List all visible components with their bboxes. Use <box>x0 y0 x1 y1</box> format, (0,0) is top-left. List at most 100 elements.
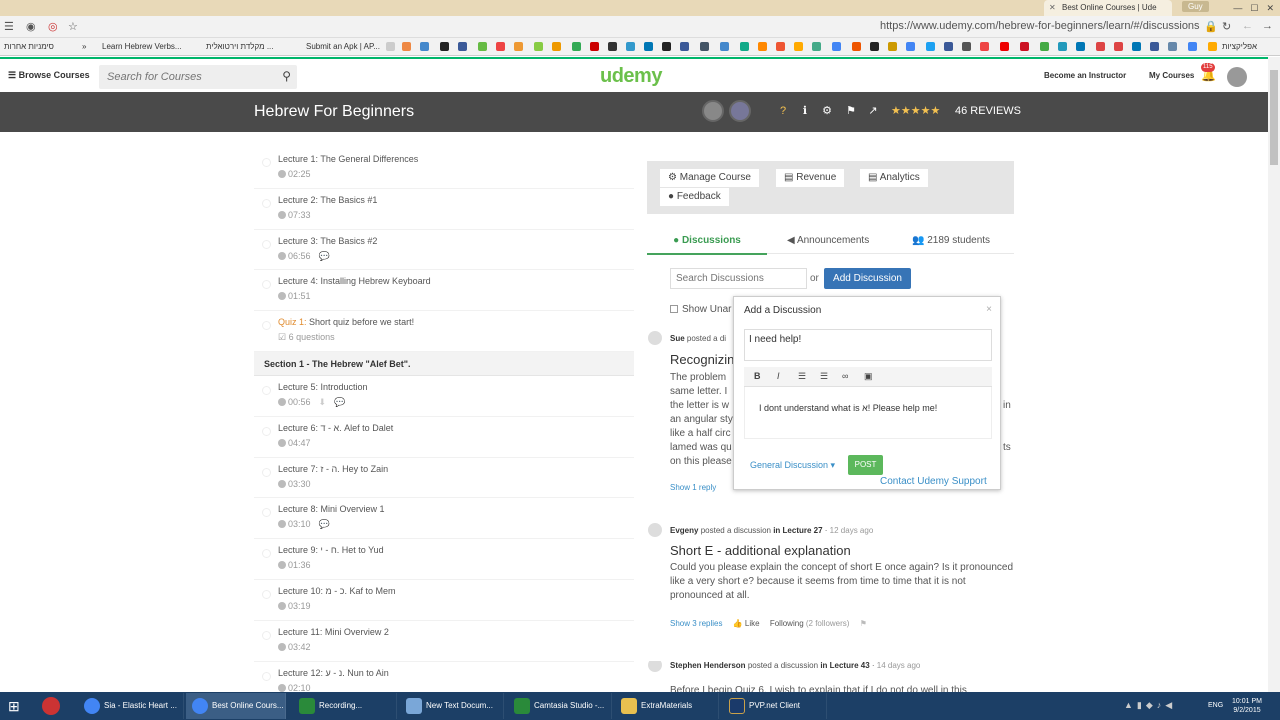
bookmark-more[interactable]: » <box>82 38 86 55</box>
progress-circle[interactable] <box>262 385 271 395</box>
bookmark-icon[interactable] <box>496 42 505 51</box>
post-location[interactable]: in Lecture 27 <box>773 526 822 535</box>
search-discussions-input[interactable] <box>671 269 801 288</box>
bookmark-icon[interactable] <box>870 42 879 51</box>
bookmark-icon[interactable] <box>812 42 821 51</box>
show-replies-link[interactable]: Show 3 replies <box>670 619 722 628</box>
close-icon[interactable]: × <box>986 304 992 315</box>
progress-circle[interactable] <box>262 549 271 559</box>
bookmark-icon[interactable] <box>906 42 915 51</box>
manage-course-button[interactable]: ⚙ Manage Course <box>660 169 759 187</box>
image-icon[interactable]: ▣ <box>864 371 873 382</box>
bookmark-icon[interactable] <box>386 42 395 51</box>
progress-circle[interactable] <box>262 321 271 331</box>
bookmark-icon[interactable] <box>758 42 767 51</box>
list-item[interactable]: Lecture 3: The Basics #2 06:56 💬 <box>254 230 634 271</box>
ordered-list-icon[interactable]: ☰ <box>798 371 806 382</box>
taskbar-item[interactable]: New Text Docum... <box>400 693 504 719</box>
browse-courses-button[interactable]: ☰ Browse Courses <box>8 70 90 81</box>
gmail-icon[interactable] <box>1114 42 1123 51</box>
progress-circle[interactable] <box>262 508 271 518</box>
search-icon[interactable]: ⚲ <box>282 69 291 83</box>
bookmark-icon[interactable] <box>888 42 897 51</box>
tab-students[interactable]: 👥 2189 students <box>912 235 990 246</box>
bookmark-icon[interactable] <box>962 42 971 51</box>
youtube-icon[interactable] <box>1000 42 1009 51</box>
taskbar-item[interactable]: Best Online Cours... <box>186 693 286 719</box>
bookmark-icon[interactable] <box>626 42 635 51</box>
bookmark-icon[interactable] <box>608 42 617 51</box>
list-item[interactable]: Lecture 4: Installing Hebrew Keyboard 01:… <box>254 270 634 312</box>
apps-icon[interactable] <box>1208 42 1217 51</box>
gear-icon[interactable]: ⚙ <box>820 104 834 118</box>
bold-icon[interactable]: B <box>754 371 761 381</box>
following-button[interactable]: Following (2 followers) <box>770 619 850 628</box>
list-item[interactable]: Lecture 6: א - ד. Alef to Dalet 04:47 <box>254 417 634 458</box>
post-title[interactable]: Recognizin <box>670 352 734 367</box>
google-plus-icon[interactable] <box>1188 42 1197 51</box>
progress-circle[interactable] <box>262 630 271 640</box>
profile-badge[interactable]: Guy <box>1182 1 1209 12</box>
post-author[interactable]: Stephen Henderson <box>670 661 746 670</box>
linkedin-icon[interactable] <box>644 42 653 51</box>
my-courses-link[interactable]: My Courses <box>1149 71 1194 80</box>
bookmark-icon[interactable] <box>944 42 953 51</box>
discussion-body-editor[interactable]: I dont understand what is א! Please help… <box>744 387 992 439</box>
instructor-avatar[interactable] <box>729 100 751 122</box>
contact-support-link[interactable]: Contact Udemy Support <box>880 476 987 487</box>
become-instructor-link[interactable]: Become an Instructor <box>1044 71 1126 80</box>
reviews-count[interactable]: 46 REVIEWS <box>955 105 1021 117</box>
italic-icon[interactable]: I <box>777 371 780 381</box>
flag-icon[interactable]: ⚑ <box>860 619 867 628</box>
post-author[interactable]: Sue <box>670 334 685 343</box>
windows-start-icon[interactable]: ⊞ <box>8 698 20 715</box>
post-location[interactable]: in Lecture 43 <box>820 661 869 670</box>
post-button[interactable]: POST <box>848 455 883 475</box>
bookmark-virtual-keyboard[interactable]: מקלדת וירטואלית ... <box>206 38 274 55</box>
checkbox[interactable] <box>670 305 678 313</box>
flag-icon[interactable]: ⚑ <box>844 104 858 118</box>
extension-icon[interactable]: ◉ <box>26 20 36 33</box>
user-avatar[interactable] <box>1227 67 1247 87</box>
list-item[interactable]: Lecture 12: נ - ע. Nun to Ain 02:10 <box>254 662 634 692</box>
bookmark-icon[interactable] <box>852 42 861 51</box>
bookmark-icon[interactable] <box>420 42 429 51</box>
taskbar-item[interactable]: Camtasia Studio -... <box>508 693 612 719</box>
list-item[interactable]: Lecture 5: Introduction 00:56 ⬇ 💬 <box>254 376 634 417</box>
language-indicator[interactable]: ENG <box>1208 702 1223 709</box>
bookmark-submit-apk[interactable]: Submit an Apk | AP... <box>306 38 380 55</box>
bookmark-icon[interactable] <box>478 42 487 51</box>
analytics-button[interactable]: ▤ Analytics <box>860 169 928 187</box>
post-title[interactable]: Short E - additional explanation <box>670 543 851 558</box>
bookmark-icon[interactable] <box>700 42 709 51</box>
bookmark-icon[interactable] <box>662 42 671 51</box>
close-window-icon[interactable]: ✕ <box>1266 0 1274 16</box>
taskbar-item[interactable]: ExtraMaterials <box>615 693 719 719</box>
back-icon[interactable]: → <box>1262 20 1273 32</box>
course-search-input[interactable] <box>99 65 269 89</box>
discussion-title-field[interactable]: I need help! <box>744 329 992 361</box>
system-clock[interactable]: 10:01 PM 9/2/2015 <box>1232 697 1262 715</box>
system-tray-icons[interactable]: ▲▮◆♪◀ <box>1124 700 1176 711</box>
scrollbar-thumb[interactable] <box>1270 70 1278 165</box>
progress-circle[interactable] <box>262 589 271 599</box>
list-item[interactable]: Lecture 8: Mini Overview 1 03:10 💬 <box>254 498 634 540</box>
instructor-avatar[interactable] <box>702 100 724 122</box>
bookmark-icon[interactable] <box>794 42 803 51</box>
minimize-icon[interactable]: — <box>1233 0 1242 16</box>
bookmark-icon[interactable] <box>980 42 989 51</box>
browser-tab[interactable]: ✕ Best Online Courses | Ude <box>1044 0 1172 16</box>
list-item[interactable]: Lecture 1: The General Differences 02:25 <box>254 148 634 189</box>
maximize-icon[interactable]: ☐ <box>1250 0 1258 16</box>
gmail-icon[interactable] <box>1096 42 1105 51</box>
facebook-icon[interactable] <box>1150 42 1159 51</box>
progress-circle[interactable] <box>262 158 271 167</box>
help-icon[interactable]: ? <box>776 104 790 118</box>
info-icon[interactable]: ℹ <box>798 104 812 118</box>
bookmark-icon[interactable] <box>720 42 729 51</box>
bookmark-icon[interactable] <box>402 42 411 51</box>
post-author[interactable]: Evgeny <box>670 526 698 535</box>
add-discussion-button[interactable]: Add Discussion <box>824 268 911 289</box>
url-field[interactable]: https://www.udemy.com/hebrew-for-beginne… <box>880 20 1200 32</box>
link-icon[interactable]: ∞ <box>842 371 848 381</box>
